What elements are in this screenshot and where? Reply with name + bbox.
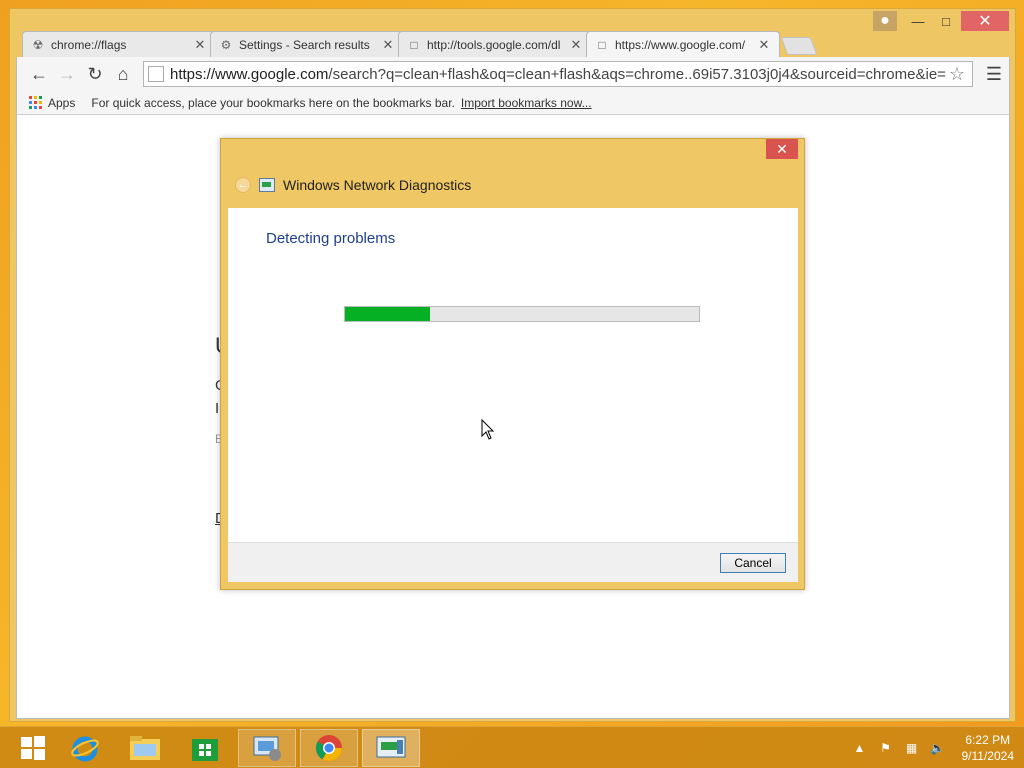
network-settings-icon[interactable]	[238, 729, 296, 767]
dialog-header: ← Windows Network Diagnostics	[235, 177, 471, 193]
chrome-menu-icon[interactable]: ☰	[979, 64, 1009, 85]
start-icon[interactable]	[4, 729, 62, 767]
network-diagnostics-icon	[259, 178, 275, 192]
home-icon[interactable]: ⌂	[109, 60, 137, 88]
file-explorer-icon[interactable]	[116, 729, 174, 767]
dialog-body: Detecting problems	[228, 208, 798, 542]
show-hidden-icons-icon[interactable]: ▲	[852, 740, 868, 756]
store-icon[interactable]	[176, 729, 234, 767]
tab-tools-google[interactable]: □ http://tools.google.com/dl ✕	[398, 31, 592, 57]
tab-google-search[interactable]: □ https://www.google.com/ ✕	[586, 31, 780, 57]
browser-toolbar: ← → ↻ ⌂ https://www.google.com/search?q=…	[16, 57, 1010, 91]
reload-icon[interactable]: ↻	[81, 60, 109, 88]
tab-flags[interactable]: ☢ chrome://flags ✕	[22, 31, 216, 57]
minimize-button[interactable]: —	[905, 11, 931, 31]
tab-title: chrome://flags	[51, 37, 127, 52]
clock[interactable]: 6:22 PM 9/11/2024	[962, 732, 1015, 764]
forward-arrow-icon[interactable]: →	[53, 60, 81, 88]
mouse-cursor-icon	[481, 419, 495, 440]
bookmark-star-icon[interactable]: ☆	[946, 64, 968, 85]
tab-title: http://tools.google.com/dl	[427, 37, 561, 52]
import-bookmarks-link[interactable]: Import bookmarks now...	[461, 96, 592, 110]
tab-close-icon[interactable]: ✕	[193, 37, 207, 53]
apps-grid-icon[interactable]	[29, 96, 42, 109]
dialog-footer: Cancel	[228, 542, 798, 582]
url-host: https://www.google.com	[170, 65, 329, 83]
flask-icon: ☢	[32, 37, 44, 52]
internet-explorer-icon[interactable]	[56, 729, 114, 767]
tab-close-icon[interactable]: ✕	[757, 37, 771, 53]
tab-title: Settings - Search results	[239, 37, 370, 52]
taskbar: ▲ ⚑ ▦ 🔈 6:22 PM 9/11/2024	[0, 726, 1024, 768]
tab-close-icon[interactable]: ✕	[381, 37, 395, 53]
progress-bar	[344, 306, 700, 322]
clock-time: 6:22 PM	[965, 733, 1011, 747]
apps-link[interactable]: Apps	[48, 96, 75, 110]
tab-settings[interactable]: ⚙ Settings - Search results ✕	[210, 31, 404, 57]
dialog-title: Windows Network Diagnostics	[283, 177, 472, 193]
tab-strip: ☢ chrome://flags ✕ ⚙ Settings - Search r…	[22, 31, 818, 57]
page-icon	[148, 66, 164, 82]
user-profile-icon[interactable]: ●	[873, 11, 897, 31]
back-arrow-icon[interactable]: ←	[235, 177, 251, 193]
maximize-button[interactable]: □	[933, 11, 959, 31]
url-path: /search?q=clean+flash&oq=clean+flash&aqs…	[328, 65, 946, 83]
network-error-icon[interactable]: ▦	[904, 740, 920, 756]
cancel-button[interactable]: Cancel	[720, 553, 786, 573]
back-arrow-icon[interactable]: ←	[25, 60, 53, 88]
gear-icon: ⚙	[220, 37, 232, 52]
new-tab-button[interactable]	[780, 37, 818, 55]
progress-fill	[345, 307, 430, 321]
network-diagnostics-dialog: ✕ ← Windows Network Diagnostics Detectin…	[220, 138, 805, 590]
status-heading: Detecting problems	[266, 230, 396, 247]
window-controls: ● — □ ✕	[873, 11, 1009, 31]
url-text[interactable]: https://www.google.com/search?q=clean+fl…	[170, 66, 946, 83]
address-bar[interactable]: https://www.google.com/search?q=clean+fl…	[143, 61, 973, 87]
speaker-muted-icon[interactable]: 🔈	[930, 740, 946, 756]
action-center-flag-icon[interactable]: ⚑	[878, 740, 894, 756]
bookmarks-hint: For quick access, place your bookmarks h…	[91, 95, 455, 110]
page-icon: □	[410, 37, 418, 52]
bookmarks-bar: Apps For quick access, place your bookma…	[16, 91, 1010, 115]
page-icon: □	[598, 37, 606, 52]
tab-title: https://www.google.com/	[615, 37, 746, 52]
system-tray: ▲ ⚑ ▦ 🔈 6:22 PM 9/11/2024	[852, 727, 1015, 768]
chrome-icon[interactable]	[300, 729, 358, 767]
network-diagnostics-icon[interactable]	[362, 729, 420, 767]
clock-date: 9/11/2024	[961, 749, 1015, 763]
tab-close-icon[interactable]: ✕	[569, 37, 583, 53]
close-button[interactable]: ✕	[961, 11, 1009, 31]
dialog-close-button[interactable]: ✕	[766, 139, 798, 159]
